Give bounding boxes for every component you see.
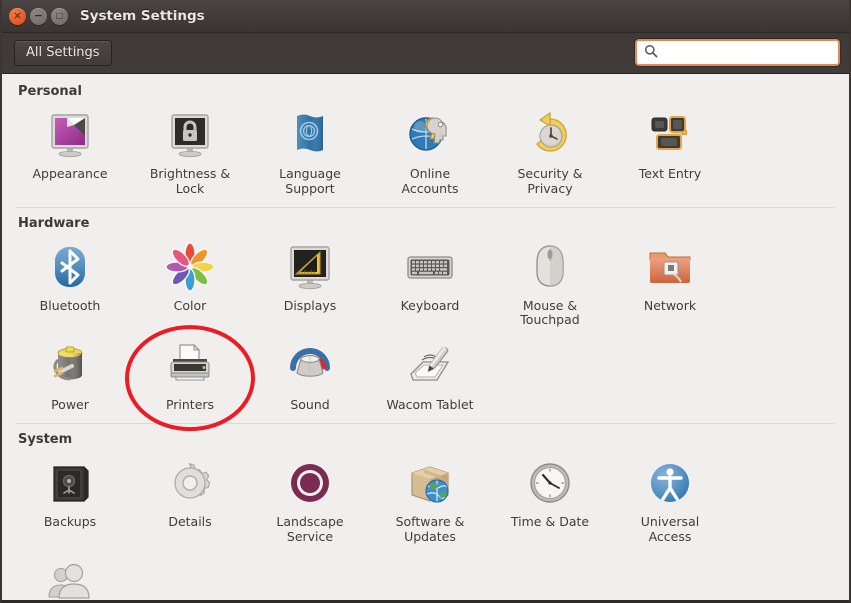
settings-item-label: Details [168, 515, 211, 530]
settings-item-label: Power [51, 398, 89, 413]
settings-item-power[interactable]: Power [10, 334, 130, 419]
window-titlebar: × − □ System Settings [2, 0, 849, 33]
section-title: Hardware [2, 208, 849, 235]
toolbar: All Settings [2, 33, 849, 74]
software-updates-icon [402, 455, 458, 511]
settings-item-color[interactable]: Color [130, 235, 250, 335]
settings-item-label: Printers [166, 398, 214, 413]
settings-item-label: Text Entry [639, 167, 702, 182]
settings-item-label: Wacom Tablet [386, 398, 473, 413]
settings-item-label: OnlineAccounts [402, 167, 459, 197]
settings-section: System Backups Details LandscapeService … [2, 423, 849, 600]
section-title: Personal [2, 76, 849, 103]
universal-access-icon [642, 455, 698, 511]
settings-item-label: Brightness &Lock [150, 167, 230, 197]
settings-item-label: Software &Updates [396, 515, 465, 545]
settings-item-label: Keyboard [401, 299, 460, 314]
text-entry-icon [642, 107, 698, 163]
section-title: System [2, 424, 849, 451]
appearance-icon [42, 107, 98, 163]
settings-item-label: Bluetooth [40, 299, 101, 314]
settings-item-wacom-tablet[interactable]: Wacom Tablet [370, 334, 490, 419]
settings-item-label: Mouse &Touchpad [520, 299, 579, 329]
maximize-glyph: □ [56, 12, 64, 20]
close-icon[interactable]: × [9, 8, 26, 25]
color-icon [162, 239, 218, 295]
search-box[interactable] [635, 39, 840, 66]
window-title: System Settings [80, 8, 205, 24]
settings-item-bluetooth[interactable]: Bluetooth [10, 235, 130, 335]
settings-item-label: Color [174, 299, 207, 314]
window-controls: × − □ [9, 8, 68, 25]
time-date-icon [522, 455, 578, 511]
search-input[interactable] [664, 45, 814, 60]
all-settings-button[interactable]: All Settings [14, 40, 112, 66]
online-accounts-icon [402, 107, 458, 163]
settings-section: Personal Appearance Brightness &Lock Lan… [2, 76, 849, 203]
settings-item-printers[interactable]: Printers [130, 334, 250, 419]
settings-item-label: Security &Privacy [517, 167, 582, 197]
settings-grid: Bluetooth Color Displays [2, 235, 849, 419]
settings-item-label: Backups [44, 515, 96, 530]
system-settings-window: × − □ System Settings All Settings Perso… [0, 0, 851, 603]
settings-item-label: Appearance [32, 167, 107, 182]
minimize-icon[interactable]: − [30, 8, 47, 25]
settings-item-network[interactable]: Network [610, 235, 730, 335]
bluetooth-icon [42, 239, 98, 295]
settings-item-mouse-touchpad[interactable]: Mouse &Touchpad [490, 235, 610, 335]
close-glyph: × [13, 10, 22, 21]
settings-item-universal-access[interactable]: UniversalAccess [610, 451, 730, 551]
settings-content: Personal Appearance Brightness &Lock Lan… [2, 74, 849, 600]
wacom-tablet-icon [402, 338, 458, 394]
settings-item-software-updates[interactable]: Software &Updates [370, 451, 490, 551]
settings-item-backups[interactable]: Backups [10, 451, 130, 551]
backups-icon [42, 455, 98, 511]
settings-item-label: Displays [284, 299, 337, 314]
settings-item-online-accounts[interactable]: OnlineAccounts [370, 103, 490, 203]
language-support-icon [282, 107, 338, 163]
maximize-icon[interactable]: □ [51, 8, 68, 25]
minimize-glyph: − [34, 10, 43, 21]
settings-grid: Backups Details LandscapeService Softwar… [2, 451, 849, 600]
settings-item-keyboard[interactable]: Keyboard [370, 235, 490, 335]
printers-icon [162, 338, 218, 394]
settings-item-label: Sound [290, 398, 329, 413]
network-icon [642, 239, 698, 295]
user-accounts-icon [42, 554, 98, 600]
sound-icon [282, 338, 338, 394]
displays-icon [282, 239, 338, 295]
settings-item-language-support[interactable]: LanguageSupport [250, 103, 370, 203]
search-icon [644, 43, 658, 62]
settings-item-text-entry[interactable]: Text Entry [610, 103, 730, 203]
settings-item-security-privacy[interactable]: Security &Privacy [490, 103, 610, 203]
settings-item-user-accounts[interactable]: User Accounts [10, 550, 130, 600]
settings-grid: Appearance Brightness &Lock LanguageSupp… [2, 103, 849, 203]
settings-item-sound[interactable]: Sound [250, 334, 370, 419]
details-icon [162, 455, 218, 511]
settings-item-label: UniversalAccess [641, 515, 699, 545]
settings-item-displays[interactable]: Displays [250, 235, 370, 335]
settings-section: Hardware Bluetooth Color Displays [2, 207, 849, 419]
mouse-touchpad-icon [522, 239, 578, 295]
security-privacy-icon [522, 107, 578, 163]
settings-item-details[interactable]: Details [130, 451, 250, 551]
settings-item-appearance[interactable]: Appearance [10, 103, 130, 203]
power-icon [42, 338, 98, 394]
settings-item-label: Time & Date [511, 515, 589, 530]
settings-item-brightness-lock[interactable]: Brightness &Lock [130, 103, 250, 203]
settings-item-time-date[interactable]: Time & Date [490, 451, 610, 551]
landscape-service-icon [282, 455, 338, 511]
settings-item-landscape-service[interactable]: LandscapeService [250, 451, 370, 551]
settings-item-label: LandscapeService [276, 515, 343, 545]
brightness-lock-icon [162, 107, 218, 163]
keyboard-icon [402, 239, 458, 295]
settings-item-label: Network [644, 299, 696, 314]
settings-item-label: LanguageSupport [279, 167, 341, 197]
